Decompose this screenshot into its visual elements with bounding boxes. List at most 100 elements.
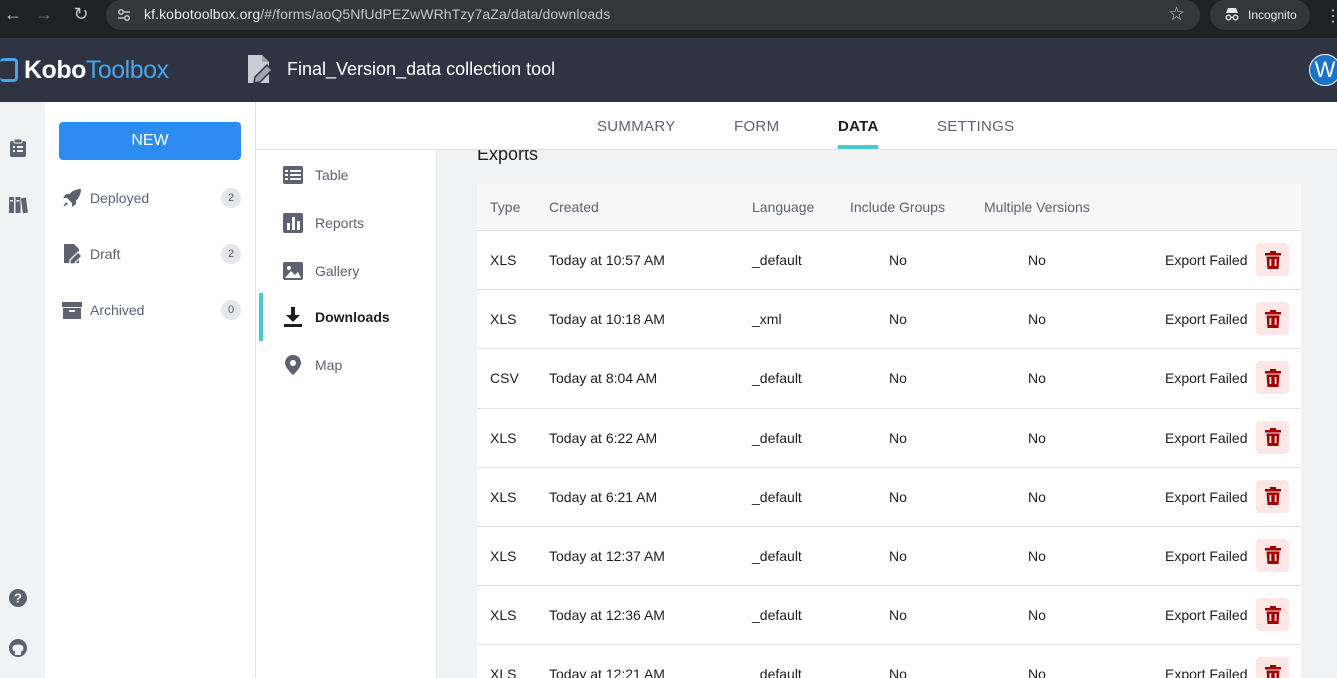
- svg-text:?: ?: [14, 591, 22, 606]
- subnav-label: Reports: [315, 215, 365, 231]
- trash-icon: [1264, 546, 1281, 565]
- tab-summary[interactable]: SUMMARY: [597, 118, 676, 135]
- browser-menu-icon[interactable]: ⋮: [1325, 6, 1337, 26]
- sidebar-item-label: Deployed: [90, 190, 150, 206]
- export-type: XLS: [490, 547, 517, 564]
- trash-icon: [1264, 368, 1281, 387]
- export-language: _default: [752, 429, 802, 446]
- delete-export-button[interactable]: [1256, 302, 1289, 336]
- rocket-icon: [63, 189, 81, 207]
- table-body: XLS Today at 10:57 AM _default No No Exp…: [477, 231, 1301, 678]
- table-row: XLS Today at 10:57 AM _default No No Exp…: [477, 231, 1301, 291]
- column-header-include-groups: Include Groups: [850, 199, 945, 215]
- delete-export-button[interactable]: [1256, 598, 1289, 632]
- reports-chart-icon: [283, 213, 303, 233]
- trash-icon: [1264, 309, 1281, 328]
- form-title: Final_Version_data collection tool: [287, 59, 556, 79]
- active-tab-indicator: [838, 145, 878, 149]
- asset-sidebar: NEW Deployed 2 Draft 2 Archived 0: [45, 102, 256, 678]
- delete-export-button[interactable]: [1256, 479, 1289, 513]
- tab-form[interactable]: FORM: [734, 118, 779, 135]
- export-include-groups: No: [889, 429, 907, 446]
- trash-icon: [1264, 428, 1281, 447]
- user-avatar[interactable]: W: [1309, 54, 1337, 86]
- trash-icon: [1264, 487, 1281, 506]
- export-language: _default: [752, 252, 802, 268]
- sidebar-item-label: Draft: [90, 246, 121, 262]
- export-created: Today at 12:21 AM: [549, 666, 665, 678]
- site-settings-icon[interactable]: [116, 7, 132, 23]
- export-status: Export Failed: [1165, 429, 1248, 446]
- library-books-icon[interactable]: [8, 194, 28, 214]
- subnav-item-table[interactable]: Table: [256, 151, 436, 199]
- new-button[interactable]: NEW: [59, 122, 241, 160]
- sidebar-item-archived[interactable]: Archived 0: [61, 298, 241, 322]
- browser-toolbar: ← → ↻ kf.kobotoolbox.org/#/forms/aoQ5NfU…: [0, 0, 1337, 38]
- github-icon[interactable]: [8, 638, 28, 658]
- delete-export-button[interactable]: [1256, 657, 1289, 678]
- main-content: Exports Type Created Language Include Gr…: [437, 150, 1337, 678]
- export-status: Export Failed: [1165, 607, 1248, 624]
- export-created: Today at 8:04 AM: [549, 370, 658, 387]
- export-language: _default: [752, 488, 802, 505]
- export-status: Export Failed: [1165, 547, 1248, 564]
- projects-clipboard-icon[interactable]: [8, 138, 28, 158]
- subnav-item-map[interactable]: Map: [256, 341, 436, 389]
- subnav-item-downloads[interactable]: Downloads: [256, 293, 436, 341]
- export-status: Export Failed: [1165, 488, 1248, 505]
- export-status: Export Failed: [1165, 311, 1248, 328]
- sidebar-item-deployed[interactable]: Deployed 2: [61, 186, 241, 210]
- gallery-image-icon: [283, 262, 303, 280]
- subnav-label: Downloads: [315, 309, 390, 325]
- logo-toolbox-text: Toolbox: [85, 55, 169, 84]
- export-multiple-versions: No: [1028, 488, 1046, 505]
- incognito-icon: [1224, 7, 1240, 24]
- table-header: Type Created Language Include Groups Mul…: [477, 184, 1301, 231]
- export-status: Export Failed: [1165, 666, 1248, 678]
- data-subnav: Table Reports Gallery Downloads Map: [256, 150, 437, 678]
- sidebar-item-draft[interactable]: Draft 2: [61, 242, 241, 266]
- count-badge: 2: [221, 188, 241, 208]
- logo-kobo-text: Kobo: [24, 55, 86, 84]
- export-multiple-versions: No: [1028, 547, 1046, 564]
- bookmark-star-icon[interactable]: ☆: [1168, 3, 1185, 26]
- export-type: XLS: [490, 252, 517, 268]
- subnav-item-gallery[interactable]: Gallery: [256, 247, 436, 295]
- kobotoolbox-logo[interactable]: Kobo Toolbox: [0, 55, 169, 85]
- export-type: XLS: [490, 311, 517, 328]
- forward-arrow-icon[interactable]: →: [31, 1, 57, 27]
- form-tabs: SUMMARY FORM DATA SETTINGS: [256, 102, 1337, 150]
- app-header: Kobo Toolbox Final_Version_data collectio…: [0, 38, 1337, 102]
- table-row: CSV Today at 8:04 AM _default No No Expo…: [477, 349, 1301, 409]
- export-include-groups: No: [889, 311, 907, 328]
- delete-export-button[interactable]: [1256, 420, 1289, 454]
- export-include-groups: No: [889, 607, 907, 624]
- reload-icon[interactable]: ↻: [68, 1, 94, 27]
- address-bar[interactable]: kf.kobotoolbox.org/#/forms/aoQ5NfUdPEZwW…: [106, 0, 1200, 30]
- tab-settings[interactable]: SETTINGS: [937, 118, 1014, 135]
- tab-data[interactable]: DATA: [838, 118, 879, 135]
- export-created: Today at 10:57 AM: [549, 252, 665, 268]
- delete-export-button[interactable]: [1256, 538, 1289, 572]
- subnav-label: Map: [315, 357, 343, 373]
- back-arrow-icon[interactable]: ←: [0, 1, 26, 27]
- export-type: XLS: [490, 488, 517, 505]
- column-header-type: Type: [490, 199, 521, 215]
- export-multiple-versions: No: [1028, 311, 1046, 328]
- column-header-language: Language: [752, 199, 815, 215]
- export-status: Export Failed: [1165, 252, 1248, 268]
- subnav-item-reports[interactable]: Reports: [256, 199, 436, 247]
- export-multiple-versions: No: [1028, 370, 1046, 387]
- table-row: XLS Today at 12:36 AM _default No No Exp…: [477, 586, 1301, 646]
- column-header-created: Created: [549, 199, 599, 215]
- url-text[interactable]: kf.kobotoolbox.org/#/forms/aoQ5NfUdPEZwW…: [144, 6, 610, 22]
- delete-export-button[interactable]: [1256, 361, 1289, 395]
- incognito-badge[interactable]: Incognito: [1210, 0, 1310, 30]
- logo-mark-icon: [0, 58, 18, 82]
- left-icon-rail: ?: [0, 102, 45, 678]
- help-icon[interactable]: ?: [8, 588, 28, 608]
- delete-export-button[interactable]: [1256, 243, 1289, 276]
- export-created: Today at 12:36 AM: [549, 607, 665, 624]
- export-multiple-versions: No: [1028, 607, 1046, 624]
- table-row: XLS Today at 6:21 AM _default No No Expo…: [477, 467, 1301, 527]
